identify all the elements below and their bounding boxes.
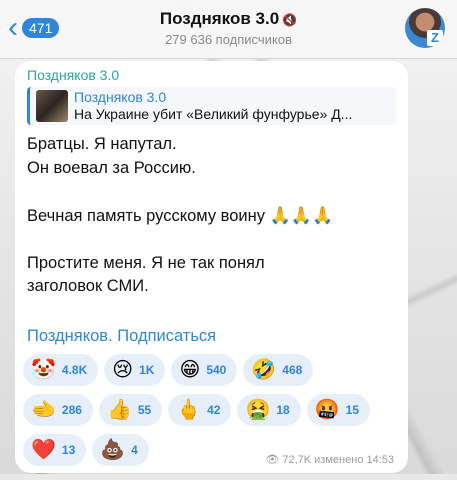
reaction-count: 15 — [345, 403, 359, 417]
reaction-count: 4 — [131, 443, 138, 457]
channel-title-block[interactable]: Поздняков 3.0 🔇 279 636 подписчиков — [0, 9, 457, 47]
reaction-count: 1K — [139, 363, 155, 377]
swearing-emoji-icon: 🤬 — [314, 399, 340, 421]
message-line-text: Вечная память русскому воину — [27, 206, 266, 225]
edited-time: изменено 14:53 — [314, 454, 394, 466]
reply-text: На Украине убит «Великий фунфурье» Д... — [74, 106, 353, 122]
channel-avatar[interactable]: Z — [405, 8, 445, 48]
reaction-heart[interactable]: ❤️ 13 — [23, 434, 87, 466]
muted-icon: 🔇 — [282, 13, 298, 27]
message-line: заголовок СМИ. — [27, 277, 149, 295]
reaction-count: 286 — [61, 403, 82, 417]
reaction-middle-finger[interactable]: 🖕 42 — [168, 394, 232, 426]
reaction-count: 540 — [206, 363, 227, 377]
pray-emoji: 🙏🙏🙏 — [269, 205, 334, 225]
poop-emoji-icon: 💩 — [100, 439, 126, 461]
thumbs-up-emoji-icon: 👍 — [106, 399, 132, 421]
reactions-row: 🤡 4.8K 😢 1K 😁 540 🤣 468 — [23, 354, 403, 386]
reaction-crying[interactable]: 😢 1K — [104, 354, 166, 386]
reaction-thumbs-up[interactable]: 👍 55 — [98, 394, 163, 426]
eye-icon: 👁 — [265, 454, 280, 466]
message-author[interactable]: Поздняков 3.0 — [27, 67, 119, 83]
crying-emoji-icon: 😢 — [112, 359, 134, 381]
reaction-count: 468 — [282, 363, 303, 377]
message-line: Вечная память русскому воину 🙏🙏🙏 — [27, 204, 333, 229]
middle-finger-emoji-icon: 🖕 — [176, 399, 202, 421]
signature-name[interactable]: Поздняков. — [27, 327, 113, 345]
reaction-swearing[interactable]: 🤬 15 — [306, 394, 370, 426]
channel-title: Поздняков 3.0 — [159, 9, 280, 28]
heart-emoji-icon: ❤️ — [31, 439, 56, 461]
reaction-poop[interactable]: 💩 4 — [92, 434, 149, 466]
clown-emoji-icon: 🤡 — [31, 359, 56, 381]
signature-link[interactable]: Поздняков. Подписаться — [27, 327, 216, 346]
reaction-count: 13 — [61, 443, 76, 457]
reply-preview[interactable]: Поздняков 3.0 На Украине убит «Великий ф… — [27, 87, 396, 125]
reaction-count: 18 — [276, 403, 290, 417]
chat-header: ‹ 471 Поздняков 3.0 🔇 279 636 подписчиков… — [0, 0, 457, 59]
message-meta: 👁 72,7K изменено 14:53 — [265, 453, 394, 466]
message-line: Братцы. Я напутал. — [27, 135, 177, 153]
reaction-rofl[interactable]: 🤣 468 — [243, 354, 314, 386]
reaction-count: 4.8K — [61, 363, 88, 377]
grin-emoji-icon: 😁 — [179, 359, 201, 381]
z-logo-icon: Z — [427, 30, 443, 46]
message-line: Простите меня. Я не так понял — [27, 253, 265, 272]
rofl-emoji-icon: 🤣 — [251, 359, 277, 381]
message-line: Он воевал за Россию. — [27, 158, 196, 177]
reaction-count: 55 — [137, 403, 152, 417]
subscribe-link[interactable]: Подписаться — [117, 327, 216, 345]
hand-emoji-icon: 🫲 — [31, 399, 56, 421]
vomit-emoji-icon: 🤮 — [245, 399, 271, 421]
message-bubble[interactable]: Поздняков 3.0 Поздняков 3.0 На Украине у… — [15, 61, 408, 473]
subscriber-count: 279 636 подписчиков — [165, 32, 292, 47]
reactions-row: 🫲 286 👍 55 🖕 42 🤮 18 🤬 15 — [23, 394, 403, 426]
message-text: Братцы. Я напутал. Он воевал за Россию. … — [27, 133, 333, 299]
reaction-clown[interactable]: 🤡 4.8K — [23, 354, 99, 386]
reaction-count: 42 — [207, 403, 221, 417]
view-count: 72,7K — [282, 454, 312, 466]
reply-thumbnail — [36, 90, 68, 122]
next-message-peek — [0, 474, 457, 480]
reaction-hand[interactable]: 🫲 286 — [23, 394, 93, 426]
reaction-grin[interactable]: 😁 540 — [171, 354, 238, 386]
reaction-vomit[interactable]: 🤮 18 — [237, 394, 301, 426]
reply-author: Поздняков 3.0 — [74, 89, 167, 105]
